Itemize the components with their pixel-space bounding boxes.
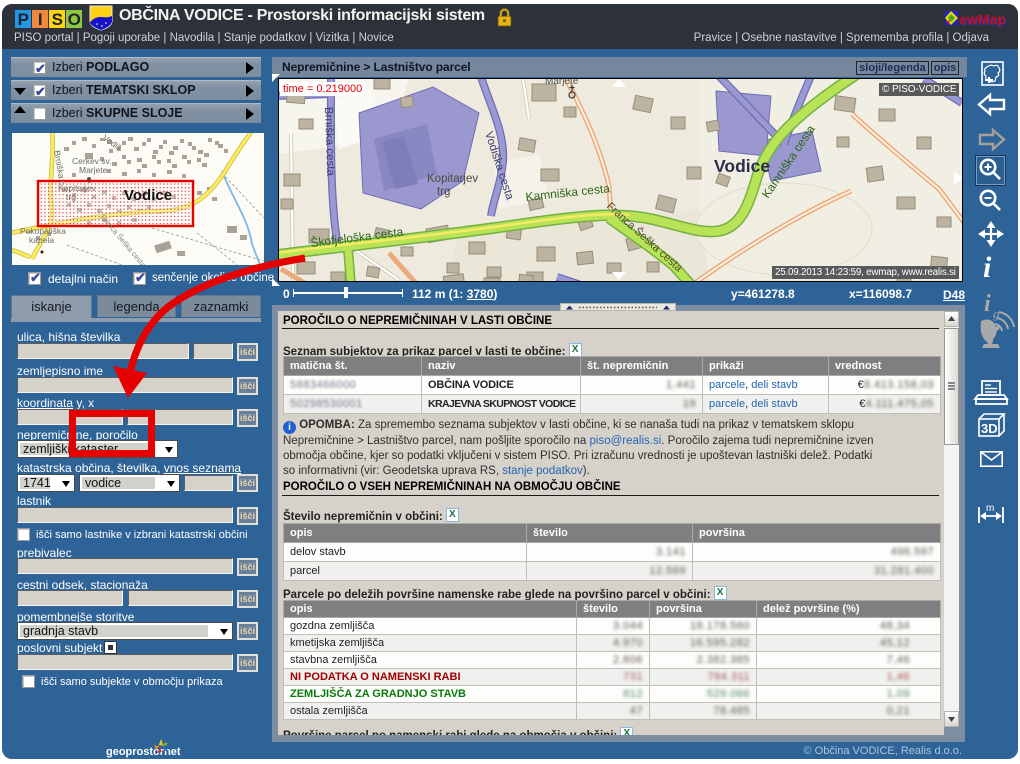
svg-text:Kopitarjev: Kopitarjev [427, 173, 478, 185]
svg-text:m: m [986, 503, 994, 514]
svg-text:trg: trg [437, 186, 450, 198]
svg-text:Brniška cesta: Brniška cesta [322, 107, 336, 177]
svg-text:Vodice: Vodice [124, 187, 172, 204]
svg-text:3D: 3D [981, 421, 998, 436]
svg-text:kapela: kapela [29, 235, 54, 245]
svg-text:i: i [984, 291, 991, 317]
svg-text:i: i [983, 251, 992, 284]
svg-text:Marjete: Marjete [545, 79, 579, 87]
svg-text:Marjete: Marjete [79, 165, 108, 175]
svg-text:trg: trg [66, 192, 76, 202]
svg-text:Vodice: Vodice [714, 156, 770, 176]
